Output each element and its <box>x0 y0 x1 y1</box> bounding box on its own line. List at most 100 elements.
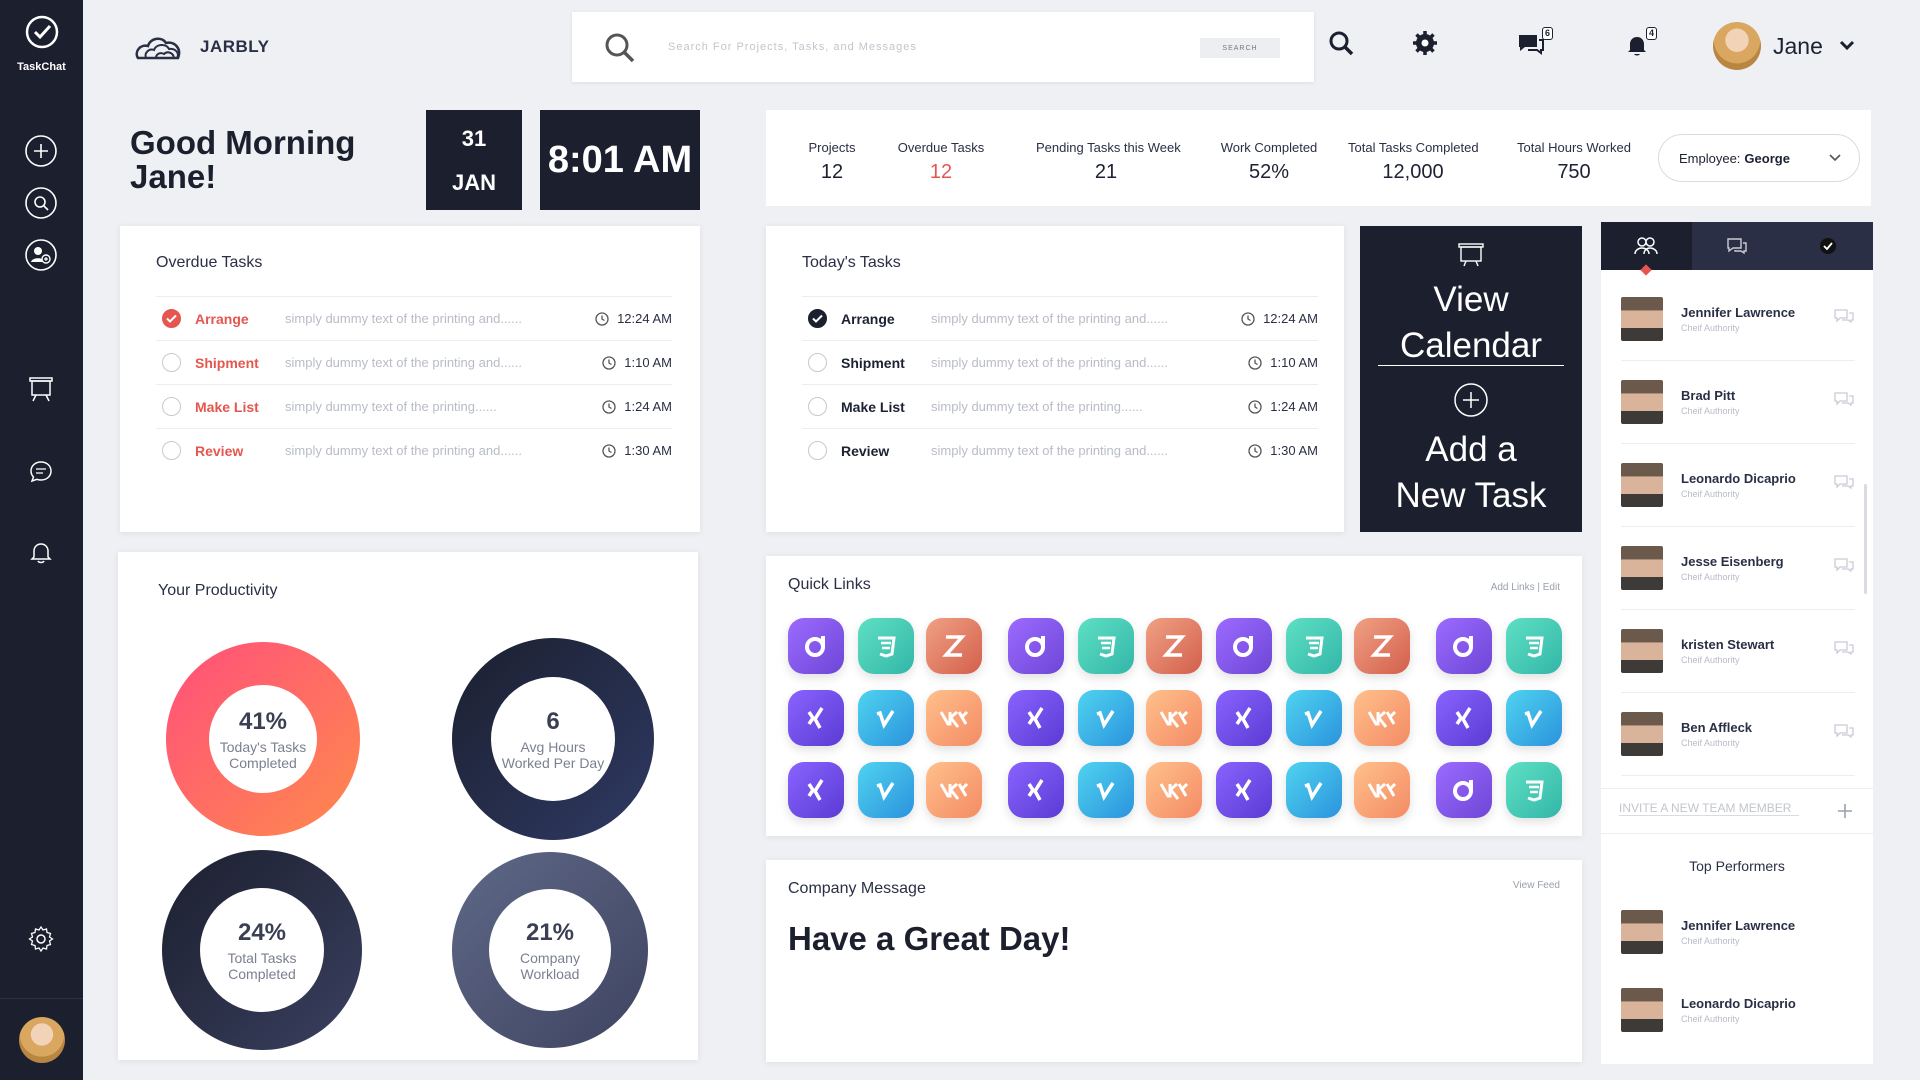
quick-link-vk[interactable] <box>926 762 982 818</box>
quick-link-vimeo[interactable] <box>1078 762 1134 818</box>
ring-label: Completed <box>228 965 296 982</box>
vk-icon <box>1159 779 1189 801</box>
quick-link-vimeo[interactable] <box>1078 690 1134 746</box>
task-checkbox[interactable] <box>808 441 827 460</box>
member-chat-button[interactable] <box>1833 557 1855 578</box>
xing-icon <box>803 705 829 731</box>
quick-link-xing[interactable] <box>1436 690 1492 746</box>
quick-link-xing[interactable] <box>1216 762 1272 818</box>
task-row[interactable]: Make List simply dummy text of the printi… <box>156 384 672 428</box>
quick-link-vk[interactable] <box>1354 762 1410 818</box>
sidebar-profile[interactable] <box>0 998 83 1080</box>
quick-link-vk[interactable] <box>1146 762 1202 818</box>
quick-link-vk[interactable] <box>1354 690 1410 746</box>
invite-member-input[interactable] <box>1619 801 1799 816</box>
quick-link-css[interactable] <box>1078 618 1134 674</box>
team-member[interactable]: kristen Stewart Cheif Authority <box>1621 610 1855 693</box>
sidebar-settings-button[interactable] <box>24 922 58 956</box>
task-checkbox[interactable] <box>808 353 827 372</box>
task-row[interactable]: Review simply dummy text of the printing … <box>156 428 672 472</box>
quick-link-css[interactable] <box>858 618 914 674</box>
task-row[interactable]: Arrange simply dummy text of the printing… <box>802 296 1318 340</box>
quick-link-daily[interactable] <box>1216 618 1272 674</box>
quick-link-zen[interactable] <box>1146 618 1202 674</box>
team-member[interactable]: Jennifer Lawrence Cheif Authority <box>1621 278 1855 361</box>
search-button[interactable]: SEARCH <box>1200 38 1280 58</box>
sidebar-search-button[interactable] <box>24 186 58 220</box>
task-row[interactable]: Arrange simply dummy text of the printing… <box>156 296 672 340</box>
member-chat-button[interactable] <box>1833 308 1855 329</box>
quick-link-css[interactable] <box>1506 762 1562 818</box>
task-checkbox[interactable] <box>162 353 181 372</box>
task-checkbox[interactable] <box>808 309 827 328</box>
quick-link-xing[interactable] <box>1008 762 1064 818</box>
brand-logo[interactable]: JARBLY <box>132 30 269 64</box>
task-checkbox[interactable] <box>162 397 181 416</box>
quick-link-vimeo[interactable] <box>858 690 914 746</box>
sidebar-logo[interactable]: TaskChat <box>0 14 83 73</box>
quick-link-daily[interactable] <box>1008 618 1064 674</box>
quick-link-css[interactable] <box>1286 618 1342 674</box>
task-time-text: 1:24 AM <box>624 399 672 414</box>
quick-link-xing[interactable] <box>1008 690 1064 746</box>
tab-messages[interactable] <box>1692 222 1783 270</box>
member-chat-button[interactable] <box>1833 640 1855 661</box>
team-member[interactable]: Leonardo Dicaprio Cheif Authority <box>1621 444 1855 527</box>
tab-team[interactable] <box>1601 222 1692 270</box>
task-row[interactable]: Make List simply dummy text of the printi… <box>802 384 1318 428</box>
sidebar-notifications-button[interactable] <box>24 535 58 569</box>
quick-link-xing[interactable] <box>1216 690 1272 746</box>
task-checkbox[interactable] <box>162 309 181 328</box>
sidebar-add-user-button[interactable] <box>24 238 58 272</box>
team-member[interactable]: Brad Pitt Cheif Authority <box>1621 361 1855 444</box>
scrollbar-thumb[interactable] <box>1864 484 1867 594</box>
user-menu[interactable]: Jane <box>1713 22 1855 70</box>
quick-link-vimeo[interactable] <box>1506 690 1562 746</box>
sidebar-add-button[interactable] <box>24 134 58 168</box>
quick-link-xing[interactable] <box>788 762 844 818</box>
top-settings-button[interactable] <box>1412 30 1438 61</box>
quick-link-vimeo[interactable] <box>1286 762 1342 818</box>
vimeo-icon <box>1521 705 1547 731</box>
task-checkbox[interactable] <box>162 441 181 460</box>
quick-link-vk[interactable] <box>926 690 982 746</box>
task-checkbox[interactable] <box>808 397 827 416</box>
view-feed-link[interactable]: View Feed <box>1513 880 1560 891</box>
team-member[interactable]: Jesse Eisenberg Cheif Authority <box>1621 527 1855 610</box>
clock-icon <box>1241 311 1255 326</box>
quick-link-daily[interactable] <box>1436 618 1492 674</box>
search-input[interactable] <box>668 34 1168 60</box>
top-messages-button[interactable]: 6 <box>1516 27 1553 61</box>
vk-icon <box>939 779 969 801</box>
employee-select[interactable]: Employee: George <box>1658 134 1860 182</box>
sidebar-chat-button[interactable] <box>24 455 58 489</box>
quick-link-vk[interactable] <box>1146 690 1202 746</box>
view-calendar-button[interactable]: View Calendar <box>1378 226 1564 366</box>
team-member[interactable]: Ben Affleck Cheif Authority <box>1621 693 1855 776</box>
quick-link-zen[interactable] <box>1354 618 1410 674</box>
quick-link-xing[interactable] <box>788 690 844 746</box>
quick-link-vimeo[interactable] <box>858 762 914 818</box>
team-member[interactable]: Jennifer Lawrence Cheif Authority <box>1621 890 1855 973</box>
quick-link-css[interactable] <box>1506 618 1562 674</box>
quick-link-daily[interactable] <box>788 618 844 674</box>
quick-link-daily[interactable] <box>1436 762 1492 818</box>
team-member[interactable]: Leonardo Dicaprio Cheif Authority <box>1621 968 1855 1051</box>
sidebar-board-button[interactable] <box>24 372 58 406</box>
add-task-button[interactable]: Add a New Task <box>1360 366 1582 519</box>
avatar <box>18 1016 65 1063</box>
member-chat-button[interactable] <box>1833 474 1855 495</box>
task-row[interactable]: Shipment simply dummy text of the printin… <box>156 340 672 384</box>
tab-completed[interactable] <box>1782 222 1873 270</box>
member-chat-button[interactable] <box>1833 391 1855 412</box>
quick-links-edit-link[interactable]: Add Links | Edit <box>1491 582 1560 593</box>
quick-link-vimeo[interactable] <box>1286 690 1342 746</box>
quick-link-zen[interactable] <box>926 618 982 674</box>
top-notifications-button[interactable]: 4 <box>1624 27 1657 63</box>
invite-add-button[interactable] <box>1837 799 1853 825</box>
member-chat-button[interactable] <box>1833 723 1855 744</box>
task-row[interactable]: Review simply dummy text of the printing … <box>802 428 1318 472</box>
task-row[interactable]: Shipment simply dummy text of the printin… <box>802 340 1318 384</box>
vimeo-icon <box>1093 705 1119 731</box>
top-search-button[interactable] <box>1328 30 1354 61</box>
